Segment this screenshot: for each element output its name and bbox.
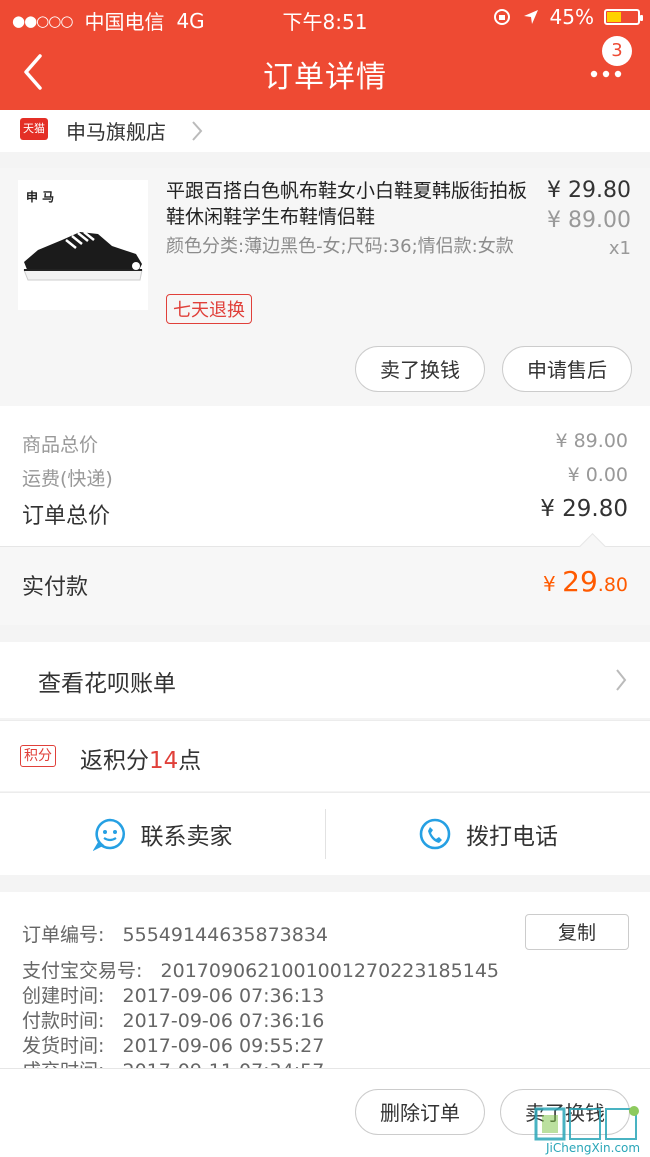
- points-tag: 积分: [20, 745, 56, 767]
- sneaker-icon: [23, 231, 143, 281]
- return-policy-badge: 七天退换: [166, 294, 252, 324]
- call-button[interactable]: 拨打电话: [326, 793, 650, 875]
- contact-seller-button[interactable]: 联系卖家: [0, 793, 325, 875]
- points-number: 14: [149, 748, 179, 774]
- points-row: 积分 返积分14点: [0, 720, 650, 791]
- order-total-label: 订单总价: [22, 504, 111, 529]
- paid-time: 付款时间: 2017-09-06 07:36:16: [22, 1010, 325, 1032]
- contact-seller-label: 联系卖家: [140, 824, 233, 850]
- shipping-label: 运费(快递): [22, 468, 113, 490]
- store-row[interactable]: 天猫 申马旗舰店: [0, 110, 650, 152]
- copy-button[interactable]: 复制: [525, 914, 629, 950]
- chevron-right-icon: [616, 669, 627, 691]
- page-title: 订单详情: [263, 60, 387, 95]
- price-summary: 商品总价 ¥ 89.00 运费(快递) ¥ 0.00 订单总价 ¥ 29.80: [0, 406, 650, 546]
- completed-time: 成交时间: 2017-09-11 07:34:57: [22, 1056, 324, 1068]
- points-text: 返积分14点: [80, 741, 201, 775]
- store-name: 申马旗舰店: [66, 120, 166, 144]
- paid-decimal: .80: [597, 574, 628, 596]
- huabei-label: 查看花呗账单: [38, 671, 176, 697]
- goods-total-label: 商品总价: [22, 434, 99, 456]
- delete-order-button[interactable]: 删除订单: [355, 1089, 485, 1135]
- product-original-price: ¥ 89.00: [547, 208, 631, 233]
- after-sale-button[interactable]: 申请售后: [502, 346, 632, 392]
- shipped-time: 发货时间: 2017-09-06 09:55:27: [22, 1035, 325, 1057]
- battery-icon: [604, 9, 643, 25]
- status-right: 45%: [492, 5, 643, 29]
- orientation-lock-icon: [493, 9, 510, 25]
- paid-integer: 29: [562, 565, 598, 598]
- alipay-number: 支付宝交易号: 2017090621001001270223185145: [22, 960, 499, 982]
- contact-row: 联系卖家 拨打电话: [0, 792, 650, 875]
- paid-row: 实付款 ¥ 29.80: [0, 533, 650, 625]
- product-image[interactable]: 申 马: [18, 180, 148, 310]
- order-number: 订单编号: 55549144635873834: [22, 924, 329, 946]
- notification-badge: 3: [602, 36, 632, 66]
- product-quantity: x1: [608, 238, 631, 259]
- created-time: 创建时间: 2017-09-06 07:36:13: [22, 985, 325, 1007]
- paid-currency: ¥: [543, 572, 563, 596]
- product-price: ¥ 29.80: [547, 178, 631, 203]
- product-title[interactable]: 平跟百搭白色帆布鞋女小白鞋夏韩版街拍板鞋休闲鞋学生布鞋情侣鞋: [166, 178, 534, 230]
- tmall-icon: 天猫: [20, 118, 48, 140]
- nav-bar: 订单详情 3: [0, 36, 650, 110]
- chevron-right-icon: [192, 121, 203, 141]
- battery-percent: 45%: [549, 5, 594, 29]
- points-suffix: 点: [178, 748, 202, 774]
- product-item: 申 马 平跟百搭白色帆布鞋女小白鞋夏韩版街拍板鞋休闲鞋学生布鞋情侣鞋 颜色分类:…: [0, 168, 650, 406]
- chat-icon: [92, 818, 125, 851]
- product-spec: 颜色分类:薄边黑色-女;尺码:36;情侣款:女款: [166, 236, 514, 257]
- brand-mark: 申 马: [26, 190, 55, 204]
- paid-amount: ¥ 29.80: [543, 565, 628, 598]
- order-info: 订单编号: 55549144635873834 复制 支付宝交易号: 20170…: [0, 892, 650, 1068]
- paid-label: 实付款: [22, 575, 89, 600]
- goods-total-value: ¥ 89.00: [555, 430, 628, 452]
- points-prefix: 返积分: [80, 748, 149, 774]
- phone-icon: [419, 818, 451, 850]
- bottom-action-bar: 删除订单 卖了换钱 JiChengXin.com: [0, 1068, 650, 1157]
- resell-button[interactable]: 卖了换钱: [355, 346, 485, 392]
- status-bar: ●●○○○ 中国电信 4G 下午8:51 45%: [0, 0, 650, 38]
- call-label: 拨打电话: [466, 824, 558, 850]
- order-total-value: ¥ 29.80: [540, 496, 628, 522]
- location-icon: [523, 10, 538, 24]
- watermark-text: JiChengXin.com: [546, 1141, 641, 1155]
- huabei-bill-row[interactable]: 查看花呗账单: [0, 642, 650, 718]
- shipping-value: ¥ 0.00: [567, 464, 628, 486]
